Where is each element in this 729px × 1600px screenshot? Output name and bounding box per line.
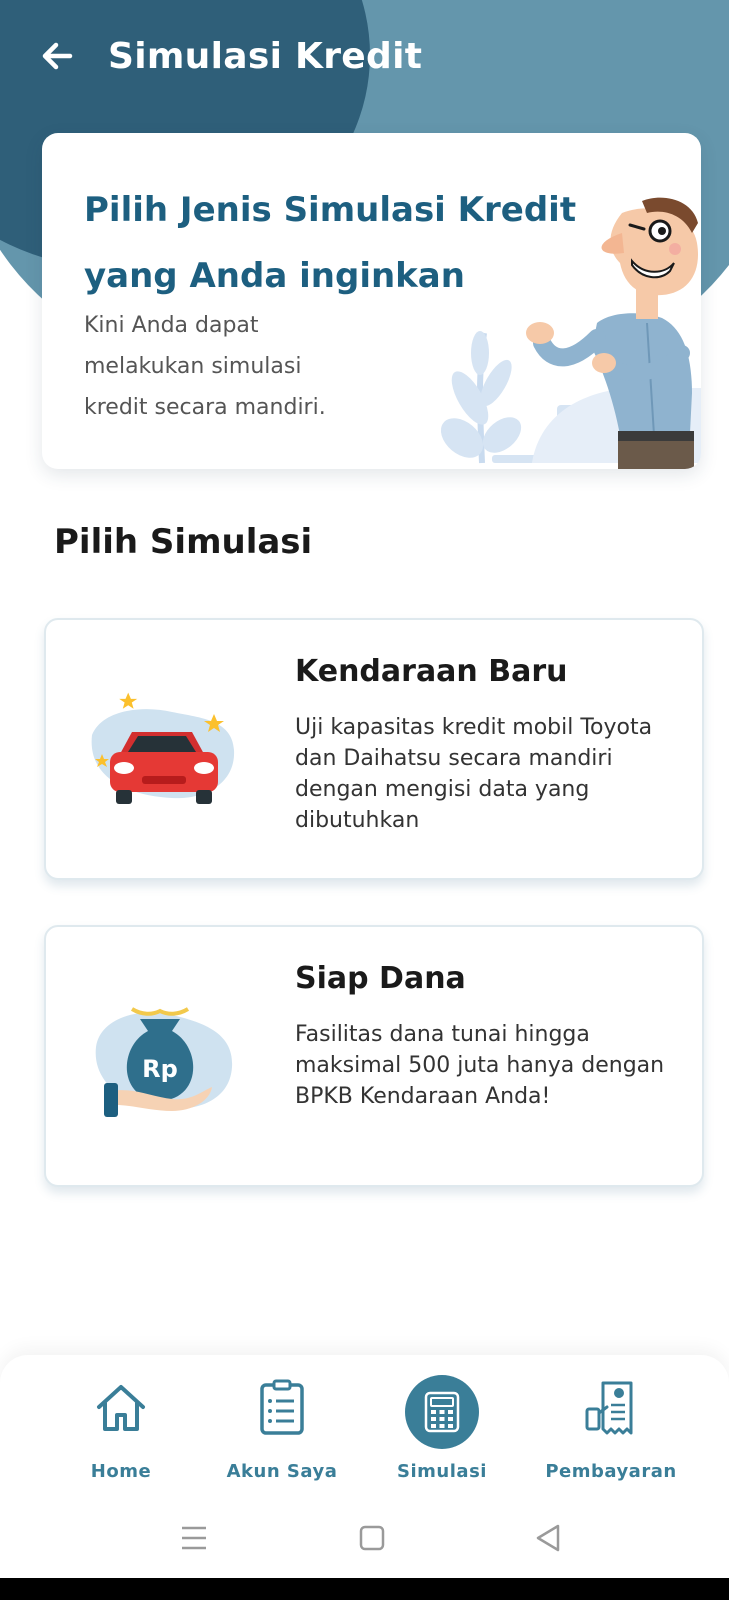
nav-item-pembayaran[interactable]: Pembayaran [526, 1377, 696, 1487]
presenter-illustration [440, 197, 701, 469]
back-button[interactable] [36, 34, 80, 78]
money-bag-label: Rp [142, 1055, 178, 1083]
option-title: Siap Dana [295, 961, 466, 996]
nav-label: Pembayaran [545, 1461, 677, 1482]
option-description: Uji kapasitas kredit mobil Toyota dan Da… [295, 715, 653, 833]
option-card-siap-dana[interactable]: Rp Siap Dana Fasilitas dana tunai hingga… [44, 925, 704, 1187]
money-bag-icon: Rp [95, 1007, 233, 1117]
home-icon [91, 1377, 151, 1441]
screen-bottom-edge [0, 1578, 729, 1600]
promo-description: Kini Anda dapat melakukan simulasi kredi… [84, 305, 384, 428]
nav-item-akun-saya[interactable]: Akun Saya [197, 1377, 367, 1487]
triangle-back-icon [536, 1524, 560, 1552]
promo-banner: Pilih Jenis Simulasi Kredit yang Anda in… [42, 133, 701, 469]
page-title: Simulasi Kredit [108, 36, 423, 77]
option-title: Kendaraan Baru [295, 654, 568, 689]
nav-label: Akun Saya [226, 1461, 338, 1482]
recent-apps-button[interactable] [174, 1518, 214, 1558]
square-icon [359, 1525, 385, 1551]
option-card-kendaraan-baru[interactable]: Kendaraan Baru Uji kapasitas kredit mobi… [44, 618, 704, 880]
system-back-button[interactable] [528, 1518, 568, 1558]
nav-item-home[interactable]: Home [36, 1377, 206, 1487]
menu-icon [182, 1526, 206, 1550]
option-description: Fasilitas dana tunai hingga maksimal 500… [295, 1022, 665, 1109]
promo-desc-line-1: Kini Anda dapat [84, 313, 259, 338]
system-home-button[interactable] [352, 1518, 392, 1558]
system-navigation-bar [0, 1500, 729, 1575]
calculator-icon [405, 1375, 479, 1449]
promo-desc-line-2: melakukan simulasi [84, 354, 302, 379]
car-icon [91, 692, 235, 804]
section-title: Pilih Simulasi [54, 522, 313, 562]
app-header: Simulasi Kredit [0, 22, 729, 92]
nav-label: Home [90, 1461, 152, 1482]
arrow-left-icon [42, 42, 73, 70]
nav-item-simulasi[interactable]: Simulasi [357, 1375, 527, 1487]
clipboard-icon [252, 1377, 312, 1441]
promo-desc-line-3: kredit secara mandiri. [84, 395, 326, 420]
nav-label: Simulasi [397, 1461, 487, 1482]
receipt-icon [581, 1377, 641, 1441]
